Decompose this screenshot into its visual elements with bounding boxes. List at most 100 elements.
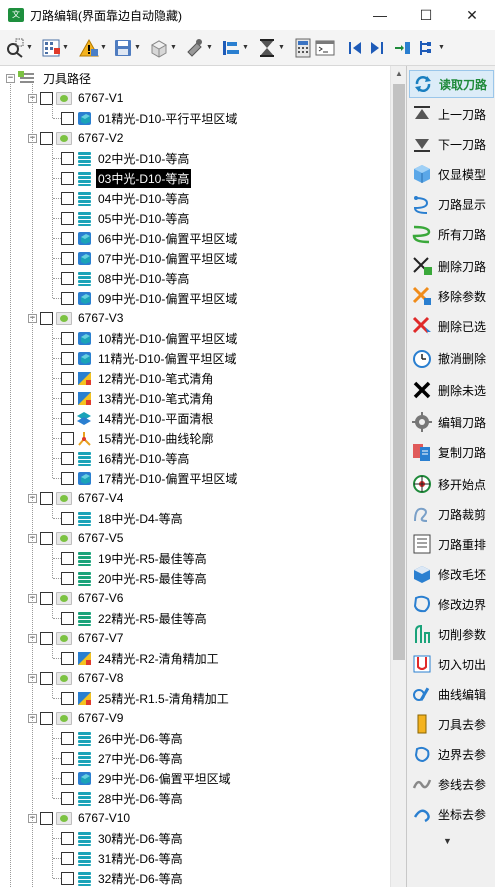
dropdown-caret-icon[interactable]: ▼	[134, 44, 141, 51]
toolpath-item[interactable]: 09中光-D10-偏置平坦区域	[61, 288, 239, 308]
toolpath-item[interactable]: 28中光-D6-等高	[61, 788, 185, 808]
cmd-trim-button[interactable]: 刀路裁剪	[409, 500, 494, 528]
toolpath-checkbox[interactable]	[61, 271, 74, 285]
toolpath-checkbox[interactable]	[61, 171, 74, 185]
toolpath-item[interactable]: 12精光-D10-笔式清角	[61, 368, 215, 388]
toolpath-item[interactable]: 17精光-D10-偏置平坦区域	[61, 468, 239, 488]
dropdown-caret-icon[interactable]: ▼	[278, 44, 285, 51]
toolpath-checkbox[interactable]	[61, 611, 74, 625]
toolbar-first-button[interactable]	[342, 34, 364, 62]
toolpath-item[interactable]: 30精光-D6-等高	[61, 828, 185, 848]
dropdown-caret-icon[interactable]: ▼	[26, 44, 33, 51]
toolbar-terminal-button[interactable]	[312, 34, 342, 62]
toolpath-checkbox[interactable]	[61, 431, 74, 445]
toolpath-checkbox[interactable]	[61, 451, 74, 465]
toolpath-item[interactable]: 03中光-D10-等高	[61, 168, 192, 188]
cmd-undo-clock-button[interactable]: 撤消删除	[409, 344, 494, 372]
cmd-delete-green-button[interactable]: 删除刀路	[409, 252, 494, 280]
toolpath-checkbox[interactable]	[61, 291, 74, 305]
toolpath-item[interactable]: 15精光-D10-曲线轮廓	[61, 428, 215, 448]
toolpath-checkbox[interactable]	[61, 571, 74, 585]
toolbar-calculator-button[interactable]	[290, 34, 312, 62]
cmd-tool-remove-button[interactable]: 刀具去参	[409, 710, 494, 738]
toolbar-layers-button[interactable]: ▼	[218, 34, 254, 62]
cmd-toolpath-green-button[interactable]: 所有刀路	[409, 220, 494, 248]
dropdown-caret-icon[interactable]: ▼	[170, 44, 177, 51]
toolpath-item[interactable]: 22精光-R5-最佳等高	[61, 608, 209, 628]
toolpath-item[interactable]: 19中光-R5-最佳等高	[61, 548, 209, 568]
toolbar-zoom-select-button[interactable]: ▼	[2, 34, 38, 62]
cmd-move-start-button[interactable]: 移开始点	[409, 470, 494, 498]
toolpath-checkbox[interactable]	[61, 731, 74, 745]
tree-group[interactable]: −6767-V8	[28, 668, 125, 688]
toolpath-checkbox[interactable]	[61, 231, 74, 245]
toolbar-grid-button[interactable]: ▼	[38, 34, 76, 62]
group-checkbox[interactable]	[40, 591, 53, 605]
toolbar-tool-button[interactable]: ▼	[182, 34, 218, 62]
toolpath-item[interactable]: 25精光-R1.5-清角精加工	[61, 688, 231, 708]
toolbar-branch-button[interactable]: ▼	[414, 34, 454, 62]
cmd-reorder-button[interactable]: 刀路重排	[409, 530, 494, 558]
tree-group[interactable]: −6767-V3	[28, 308, 125, 328]
collapse-icon[interactable]: −	[6, 73, 15, 83]
toolbar-hourglass-button[interactable]: ▼	[254, 34, 290, 62]
toolpath-item[interactable]: 08中光-D10-等高	[61, 268, 191, 288]
group-checkbox[interactable]	[40, 711, 53, 725]
cmd-down-bar-button[interactable]: 下一刀路	[409, 130, 494, 158]
toolbar-save-button[interactable]: ▼	[110, 34, 146, 62]
toolpath-checkbox[interactable]	[61, 411, 74, 425]
toolpath-checkbox[interactable]	[61, 851, 74, 865]
toolpath-item[interactable]: 31精光-D6-等高	[61, 848, 185, 868]
group-checkbox[interactable]	[40, 311, 53, 325]
tree-group[interactable]: −6767-V2	[28, 128, 125, 148]
toolpath-item[interactable]: 26中光-D6-等高	[61, 728, 185, 748]
toolpath-item[interactable]: 10精光-D10-偏置平坦区域	[61, 328, 239, 348]
cmd-coord-remove-button[interactable]: 坐标去参	[409, 800, 494, 828]
group-checkbox[interactable]	[40, 531, 53, 545]
toolpath-checkbox[interactable]	[61, 151, 74, 165]
maximize-button[interactable]: ☐	[403, 0, 449, 30]
cmd-delete-orange-button[interactable]: 移除参数	[409, 282, 494, 310]
cmd-delete-red-button[interactable]: 删除已选	[409, 312, 494, 340]
tree-group[interactable]: −6767-V4	[28, 488, 125, 508]
more-commands-icon[interactable]: ▼	[443, 836, 452, 846]
toolpath-item[interactable]: 24精光-R2-清角精加工	[61, 648, 221, 668]
toolpath-item[interactable]: 13精光-D10-笔式清角	[61, 388, 215, 408]
cmd-refresh-button[interactable]: 读取刀路	[409, 70, 494, 98]
group-checkbox[interactable]	[40, 671, 53, 685]
toolpath-checkbox[interactable]	[61, 511, 74, 525]
toolpath-item[interactable]: 01精光-D10-平行平坦区域	[61, 108, 239, 128]
toolpath-checkbox[interactable]	[61, 771, 74, 785]
dropdown-caret-icon[interactable]: ▼	[206, 44, 213, 51]
tree-scrollbar[interactable]: ▲	[390, 66, 406, 887]
tree-group[interactable]: −6767-V9	[28, 708, 125, 728]
toolpath-checkbox[interactable]	[61, 471, 74, 485]
cmd-blue-cube-button[interactable]: 仅显模型	[409, 160, 494, 188]
dropdown-caret-icon[interactable]: ▼	[100, 44, 107, 51]
toolbar-import-button[interactable]	[390, 34, 414, 62]
toolpath-checkbox[interactable]	[61, 351, 74, 365]
toolpath-checkbox[interactable]	[61, 791, 74, 805]
toolpath-checkbox[interactable]	[61, 551, 74, 565]
toolpath-item[interactable]: 20中光-R5-最佳等高	[61, 568, 209, 588]
dropdown-caret-icon[interactable]: ▼	[242, 44, 249, 51]
cmd-gear-button[interactable]: 编辑刀路	[409, 408, 494, 436]
cmd-pattern-remove-button[interactable]: 参线去参	[409, 770, 494, 798]
minimize-button[interactable]: —	[357, 0, 403, 30]
toolpath-item[interactable]: 14精光-D10-平面清根	[61, 408, 215, 428]
toolpath-checkbox[interactable]	[61, 191, 74, 205]
cmd-stock-button[interactable]: 修改毛坯	[409, 560, 494, 588]
toolpath-item[interactable]: 11精光-D10-偏置平坦区域	[61, 348, 238, 368]
toolpath-item[interactable]: 02中光-D10-等高	[61, 148, 191, 168]
toolpath-checkbox[interactable]	[61, 831, 74, 845]
scroll-thumb[interactable]	[393, 84, 405, 660]
scroll-up-icon[interactable]: ▲	[391, 66, 407, 82]
tree-group[interactable]: −6767-V1	[28, 88, 125, 108]
toolpath-item[interactable]: 05中光-D10-等高	[61, 208, 191, 228]
group-checkbox[interactable]	[40, 91, 53, 105]
toolpath-checkbox[interactable]	[61, 371, 74, 385]
close-button[interactable]: ✕	[449, 0, 495, 30]
tree-group[interactable]: −6767-V10	[28, 808, 132, 828]
toolpath-item[interactable]: 18中光-D4-等高	[61, 508, 185, 528]
toolpath-item[interactable]: 04中光-D10-等高	[61, 188, 191, 208]
